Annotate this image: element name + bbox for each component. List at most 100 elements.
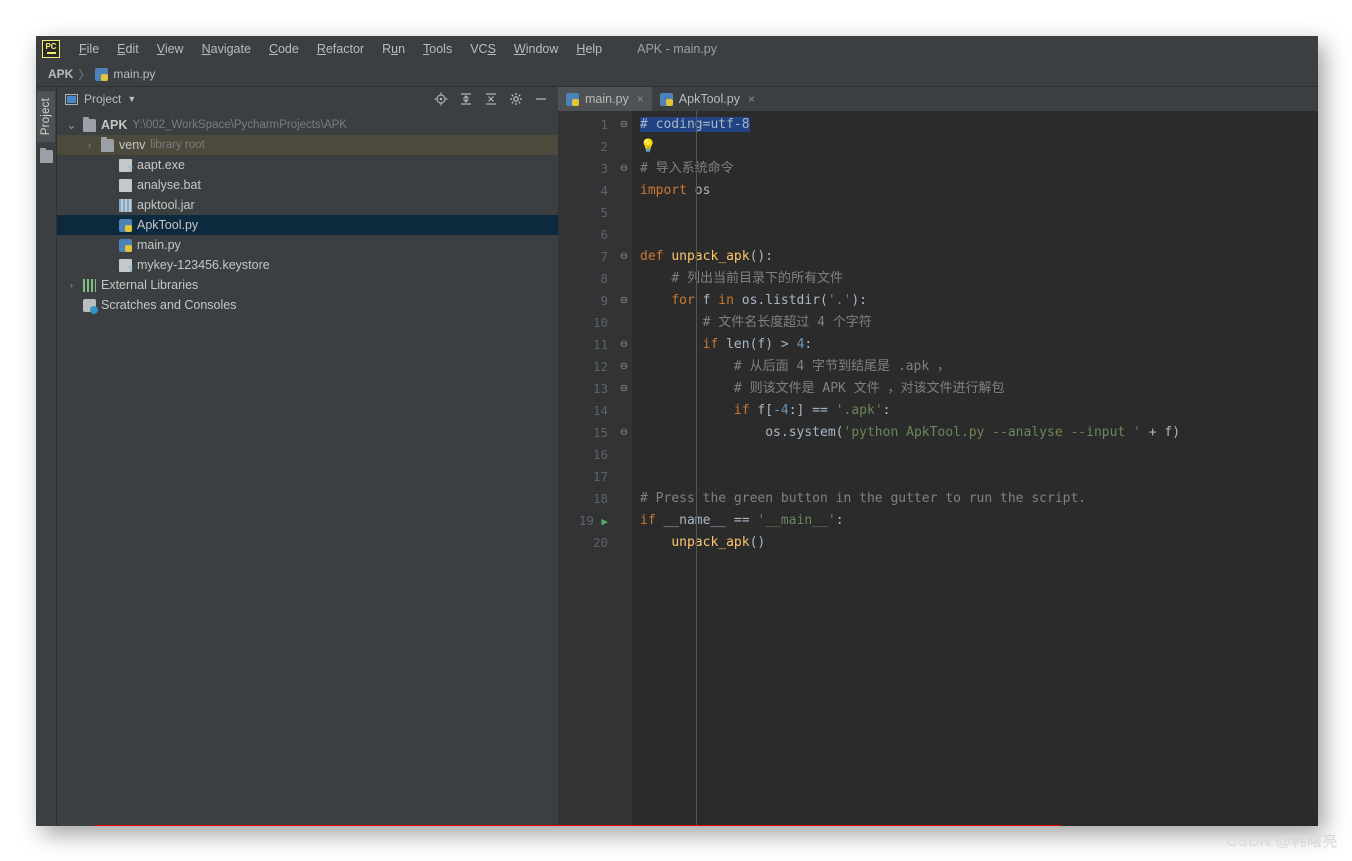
fold-marker[interactable]: ⊖ [616, 334, 632, 356]
fold-marker[interactable]: ⊖ [616, 378, 632, 400]
code-line[interactable]: unpack_apk() [632, 532, 1318, 554]
minimize-icon[interactable] [534, 92, 548, 106]
tree-node-external-libraries[interactable]: › External Libraries [57, 275, 558, 295]
tree-node-apktool-py[interactable]: ApkTool.py [57, 215, 558, 235]
fold-marker[interactable]: ⊖ [616, 246, 632, 268]
tree-expand-arrow[interactable]: ⌄ [65, 119, 78, 131]
line-number: 11 [592, 337, 608, 352]
editor-tab-main-py[interactable]: main.py × [558, 87, 652, 111]
text-file-icon [119, 178, 132, 192]
line-number: 5 [600, 205, 608, 220]
code-line[interactable] [632, 202, 1318, 224]
menu-item-view[interactable]: View [148, 39, 193, 59]
fold-marker[interactable]: ⊖ [616, 114, 632, 136]
line-number: 1 [600, 117, 608, 132]
code-line[interactable]: if f[-4:] == '.apk': [632, 400, 1318, 422]
run-arrow-icon[interactable]: ▶ [601, 515, 608, 528]
project-tool-window: Project ▼ ⌄ APK Y:\002_WorkSpace\Pycharm… [57, 87, 558, 826]
tree-node-label: aapt.exe [137, 158, 185, 172]
fold-marker[interactable]: ⊖ [616, 356, 632, 378]
fold-marker[interactable]: ⊖ [616, 158, 632, 180]
collapse-all-icon[interactable] [484, 92, 498, 106]
code-line[interactable] [632, 224, 1318, 246]
project-window-icon [65, 93, 78, 106]
fold-guide-line [696, 111, 697, 826]
line-number: 9 [600, 293, 608, 308]
editor-tab-apktool-py[interactable]: ApkTool.py × [652, 87, 763, 111]
breadcrumb: APK 〉 main.py [36, 62, 1318, 87]
menu-item-run[interactable]: Run [373, 39, 414, 59]
code-line[interactable]: 💡 [632, 136, 1318, 158]
menu-item-edit[interactable]: Edit [108, 39, 148, 59]
close-icon[interactable]: × [637, 92, 644, 106]
close-icon[interactable]: × [748, 92, 755, 106]
tree-node-main-py[interactable]: main.py [57, 235, 558, 255]
code-line[interactable]: # Press the green button in the gutter t… [632, 488, 1318, 510]
line-number: 20 [592, 535, 608, 550]
code-line[interactable]: if len(f) > 4: [632, 334, 1318, 356]
tree-node-venv[interactable]: › venv library root [57, 135, 558, 155]
code-line[interactable]: # 文件名长度超过 4 个字符 [632, 312, 1318, 334]
folder-icon[interactable] [39, 148, 53, 164]
project-panel-title: Project [84, 92, 122, 106]
expand-all-icon[interactable] [459, 92, 473, 106]
code-line[interactable]: for f in os.listdir('.'): [632, 290, 1318, 312]
menu-item-file[interactable]: File [70, 39, 108, 59]
menu-item-code[interactable]: Code [260, 39, 308, 59]
code-line[interactable]: def unpack_apk(): [632, 246, 1318, 268]
tool-window-tab-project[interactable]: Project [37, 91, 55, 143]
tree-node-apk[interactable]: ⌄ APK Y:\002_WorkSpace\PycharmProjects\APK [57, 115, 558, 135]
tree-node-label: apktool.jar [137, 198, 195, 212]
fold-marker[interactable]: ⊖ [616, 290, 632, 312]
menu-item-window[interactable]: Window [505, 39, 567, 59]
code-text[interactable]: # coding=utf-8 💡 # 导入系统命令 import os def unpa… [632, 111, 1318, 826]
editor-area: main.py × ApkTool.py × 1 2 3 4 5 6 7 8 9 10 11 12 13 14 1… [558, 87, 1318, 826]
code-line[interactable] [632, 466, 1318, 488]
code-line[interactable]: # 列出当前目录下的所有文件 [632, 268, 1318, 290]
menu-item-vcs[interactable]: VCS [461, 39, 505, 59]
code-line[interactable]: # coding=utf-8 [632, 114, 1318, 136]
menu-item-refactor[interactable]: Refactor [308, 39, 373, 59]
code-line[interactable]: # 从后面 4 字节到结尾是 .apk ， [632, 356, 1318, 378]
project-panel-toolbar [434, 92, 552, 106]
locate-icon[interactable] [434, 92, 448, 106]
breadcrumb-project[interactable]: APK [48, 67, 73, 81]
code-line[interactable] [632, 444, 1318, 466]
chevron-down-icon[interactable]: ▼ [127, 94, 136, 104]
line-number: 17 [592, 469, 608, 484]
tree-node-label: External Libraries [101, 278, 199, 292]
tree-node-scratches-and-consoles[interactable]: Scratches and Consoles [57, 295, 558, 315]
code-editor[interactable]: 1 2 3 4 5 6 7 8 9 10 11 12 13 14 15 16 17 18 19 ▶ 20 ⊖ ⊖ ⊖ ⊖ ⊖ ⊖… [558, 111, 1318, 826]
menu-item-help[interactable]: Help [567, 39, 611, 59]
selected-text[interactable]: # coding=utf-8 [640, 117, 750, 132]
tree-expand-arrow[interactable]: › [83, 140, 96, 150]
unknown-file-icon [119, 158, 133, 174]
code-line[interactable]: # 导入系统命令 [632, 158, 1318, 180]
menu-item-navigate[interactable]: Navigate [193, 39, 260, 59]
tree-node-aapt-exe[interactable]: aapt.exe [57, 155, 558, 175]
settings-gear-icon[interactable] [509, 92, 523, 106]
tree-node-analyse-bat[interactable]: analyse.bat [57, 175, 558, 195]
tree-node-mykey-123456-keystore[interactable]: mykey-123456.keystore [57, 255, 558, 275]
fold-marker-gutter[interactable]: ⊖ ⊖ ⊖ ⊖ ⊖ ⊖ ⊖ ⊖ [616, 111, 632, 826]
line-number: 7 [600, 249, 608, 264]
code-line[interactable]: # 则该文件是 APK 文件 ，对该文件进行解包 [632, 378, 1318, 400]
tree-node-suffix: library root [150, 139, 205, 151]
fold-marker[interactable]: ⊖ [616, 422, 632, 444]
tree-node-apktool-jar[interactable]: apktool.jar [57, 195, 558, 215]
code-line[interactable]: os.system('python ApkTool.py --analyse -… [632, 422, 1318, 444]
folder-icon [83, 116, 96, 132]
tree-expand-arrow[interactable]: › [65, 280, 78, 290]
folder-icon [101, 136, 114, 152]
code-line[interactable]: import os [632, 180, 1318, 202]
breadcrumb-file[interactable]: main.py [113, 67, 155, 81]
menu-item-tools[interactable]: Tools [414, 39, 461, 59]
lightbulb-icon[interactable]: 💡 [640, 139, 656, 154]
code-line[interactable]: if __name__ == '__main__': [632, 510, 1318, 532]
tree-node-label: APK [101, 118, 128, 132]
